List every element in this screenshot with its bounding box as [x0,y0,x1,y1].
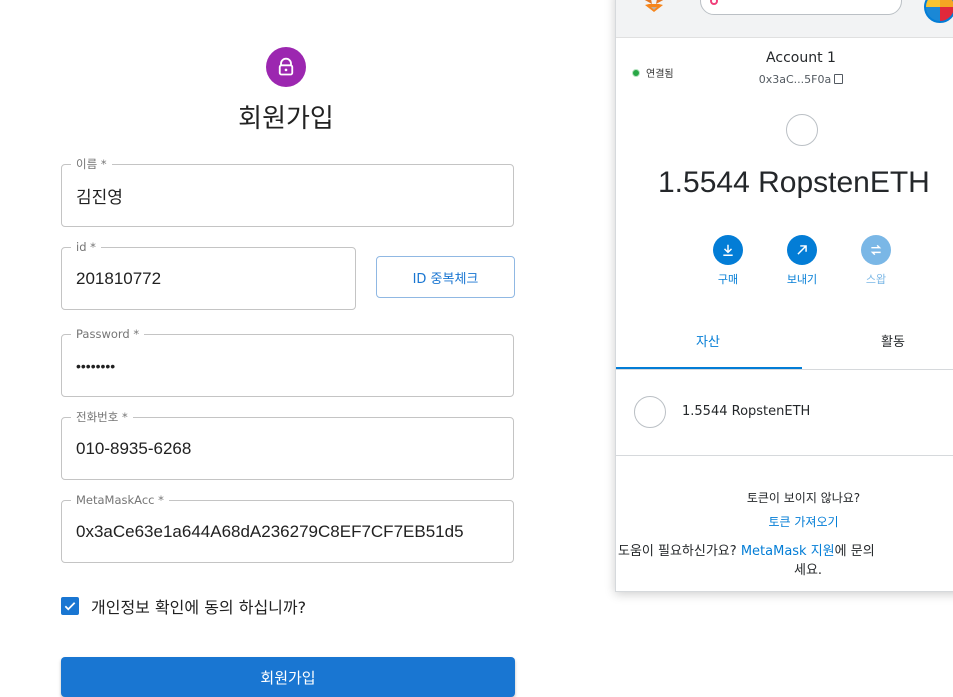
account-name: Account 1 [766,50,836,66]
phone-field-value[interactable]: 010-8935-6268 [76,418,507,479]
connection-status-label: 연결됨 [646,69,674,80]
swap-button[interactable]: 스왑 [846,235,906,287]
name-field-value[interactable]: 김진영 [76,165,507,226]
download-icon [713,235,743,265]
metamask-header [616,0,953,38]
import-tokens-link[interactable]: 토큰 가져오기 [616,513,953,530]
help-text-continued: 세요. [794,563,823,578]
tab-divider [616,369,953,370]
account-address-text: 0x3aC...5F0a [758,73,832,86]
tab-activity[interactable]: 활동 [881,331,905,350]
network-selector[interactable] [700,0,902,15]
network-status-icon [710,0,718,5]
no-tokens-text: 토큰이 보이지 않나요? [746,491,861,505]
token-icon [786,114,818,146]
agree-row: 개인정보 확인에 동의 하십니까? [61,594,306,618]
metamask-fox-icon[interactable] [642,0,666,13]
help-text: 도움이 필요하신가요? MetaMask 지원에 문의 [618,540,875,559]
copy-icon[interactable] [834,74,844,84]
id-field[interactable]: id * 201810772 [61,240,356,310]
account-address[interactable]: 0x3aC...5F0a [736,73,866,86]
send-arrow-icon [787,235,817,265]
page-title: 회원가입 [238,104,334,134]
metamask-account-field-value[interactable]: 0x3aCe63e1a644A68dA236279C8EF7CF7EB51d5 [76,501,507,562]
asset-balance: 1.5544 RopstenETH [682,404,811,419]
help-suffix: 에 문의 [834,544,875,559]
agree-checkbox[interactable] [61,597,79,615]
metamask-account-field[interactable]: MetaMaskAcc * 0x3aCe63e1a644A68dA236279C… [61,493,514,563]
password-field[interactable]: Password * •••••••• [61,327,514,397]
help-prefix: 도움이 필요하신가요? [618,544,737,559]
metamask-support-link[interactable]: MetaMask 지원 [741,544,835,559]
connected-dot-icon [632,68,640,77]
swap-icon [861,235,891,265]
signup-submit-button[interactable]: 회원가입 [61,657,515,697]
check-icon [64,602,76,611]
password-field-value[interactable]: •••••••• [76,335,507,396]
id-field-value[interactable]: 201810772 [76,248,349,309]
asset-list-item[interactable]: 1.5544 RopstenETH [616,380,953,456]
lock-icon [278,57,294,76]
name-field[interactable]: 이름 * 김진영 [61,157,514,227]
swap-label: 스왑 [865,273,887,286]
tab-assets[interactable]: 자산 [696,331,720,350]
account-avatar-icon[interactable] [924,0,953,23]
metamask-popup: 연결됨 Account 1 0x3aC...5F0a 1.5544 Ropste… [615,0,953,592]
agree-label: 개인정보 확인에 동의 하십니까? [91,598,307,617]
balance-display: 1.5544 RopstenETH [658,166,930,199]
send-label: 보내기 [786,273,818,286]
buy-button[interactable]: 구매 [698,235,758,287]
send-button[interactable]: 보내기 [772,235,832,287]
lock-avatar [266,47,306,87]
buy-label: 구매 [717,273,739,286]
phone-field[interactable]: 전화번호 * 010-8935-6268 [61,410,514,480]
asset-token-icon [634,396,666,428]
id-duplicate-check-button[interactable]: ID 중복체크 [376,256,515,298]
connection-status[interactable]: 연결됨 [632,65,674,80]
